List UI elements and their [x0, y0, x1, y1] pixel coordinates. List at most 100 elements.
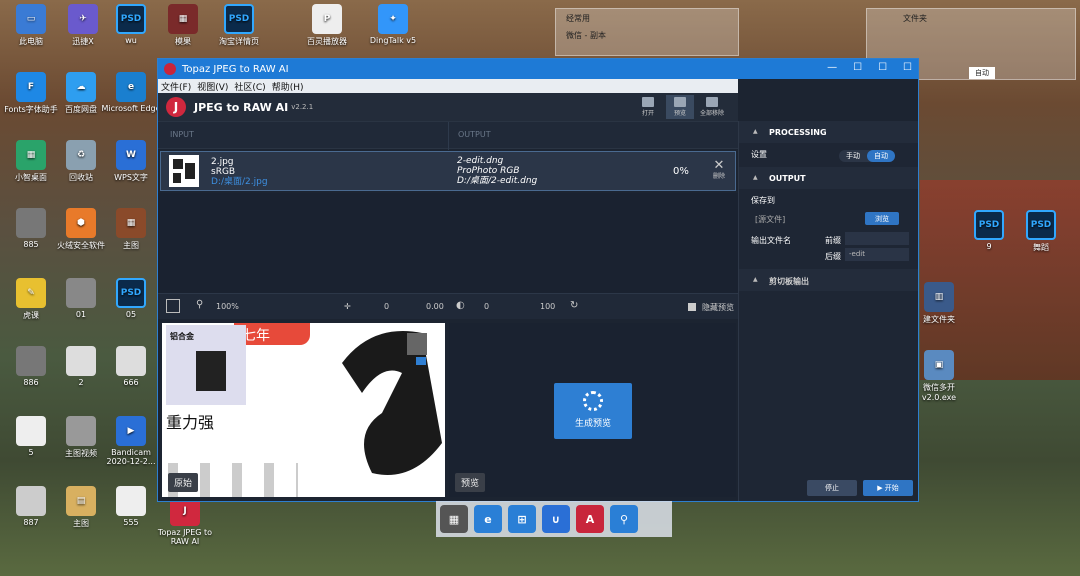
desktop-icon[interactable]: W WPS文字: [100, 140, 162, 183]
input-column-header: INPUT: [170, 130, 194, 139]
desktop-icon[interactable]: PSD 舞蹈: [1010, 210, 1072, 253]
hide-preview-button[interactable]: 隐藏预览: [702, 302, 734, 313]
open-button[interactable]: 打开: [634, 95, 662, 119]
desktop-icon-image: [66, 346, 96, 376]
desktop-icon-label: WPS文字: [114, 173, 148, 182]
original-preview[interactable]: 七年 铝合金 重力强 原始: [162, 323, 445, 497]
start-label: 开始: [884, 484, 899, 492]
ie-icon[interactable]: e: [474, 505, 502, 533]
crosshair-icon[interactable]: ✛: [344, 302, 351, 311]
slider-value-4: 100: [540, 302, 556, 311]
desktop-icon[interactable]: ✦ DingTalk v5: [362, 4, 424, 45]
desktop-icon-image: [16, 346, 46, 376]
mode-auto[interactable]: 自动: [867, 150, 895, 162]
browse-button[interactable]: 浏览: [865, 212, 899, 225]
mode-toggle[interactable]: 手动 自动: [839, 150, 895, 162]
desktop-icon[interactable]: ▦ 模果: [152, 4, 214, 47]
navigator-thumbnail[interactable]: 铝合金: [166, 325, 246, 405]
remove-all-button[interactable]: 全部移除: [698, 95, 726, 119]
desktop-icon-label: 555: [123, 518, 139, 527]
output-color-profile: ProPhoto RGB: [457, 166, 520, 176]
output-column-header: OUTPUT: [458, 130, 491, 139]
maximize-button[interactable]: ☐: [853, 62, 862, 73]
extra-section-header[interactable]: 剪切板输出: [739, 269, 918, 291]
preview-label: 预览: [673, 110, 686, 117]
desktop-icon-image: ☁: [66, 72, 96, 102]
processing-section-header[interactable]: PROCESSING: [739, 121, 918, 143]
remove-label: 删除: [713, 173, 726, 180]
desktop-icon[interactable]: P 百灵播放器: [296, 4, 358, 47]
floating-window-sub: 微信 - 副本: [566, 31, 606, 40]
mode-manual[interactable]: 手动: [839, 150, 867, 162]
desktop-icon-image: W: [116, 140, 146, 170]
desktop-icon[interactable]: J Topaz JPEG to RAW AI: [154, 496, 216, 546]
menu-community[interactable]: 社区(C): [234, 80, 265, 93]
desktop-icon[interactable]: ▦ 主图: [100, 208, 162, 251]
output-path: D:/桌面/2-edit.dng: [457, 176, 538, 186]
magnet-icon[interactable]: ∪: [542, 505, 570, 533]
desktop-icon-label: 05: [125, 310, 137, 319]
desktop-icon-image: ⬢: [66, 208, 96, 238]
desktop-icon-image: ▦: [168, 4, 198, 34]
product-caption: 重力强: [166, 413, 215, 432]
desktop-icon-image: ▥: [924, 282, 954, 312]
prefix-input[interactable]: [845, 232, 909, 245]
menu-help[interactable]: 帮助(H): [272, 80, 304, 93]
desktop-icon-image: ✎: [16, 278, 46, 308]
app-header: J JPEG to RAW AI v2.2.1 打开 预览 全部移除: [158, 93, 738, 121]
settings-panel: PROCESSING 设置 手动 自动 OUTPUT 保存到 [源文件] 浏览 …: [738, 121, 918, 501]
contrast-icon[interactable]: ◐: [456, 300, 465, 311]
split-view-icon: [674, 97, 686, 107]
file-row[interactable]: 2.jpg sRGB D:/桌面/2.jpg 2-edit.dng ProPho…: [160, 151, 736, 191]
output-section-header[interactable]: OUTPUT: [739, 167, 918, 189]
desktop-icon[interactable]: 666: [100, 346, 162, 387]
remove-file-button[interactable]: ✕ 删除: [713, 159, 726, 180]
taskbar: ▦ e ⊞ ∪ A ⚲: [436, 501, 672, 537]
suffix-label: 后缀: [825, 252, 841, 261]
save-to-label: 保存到: [751, 196, 775, 205]
thumbnail-product: [196, 351, 226, 391]
window-icon[interactable]: ▦: [440, 505, 468, 533]
preview-button[interactable]: 预览: [666, 95, 694, 119]
minimize-button[interactable]: —: [827, 62, 837, 73]
adobe-icon[interactable]: A: [576, 505, 604, 533]
desktop-icon-label: 舞蹈: [1033, 243, 1049, 252]
desktop-icon-image: [116, 486, 146, 516]
edge-icon[interactable]: ⊞: [508, 505, 536, 533]
input-path[interactable]: D:/桌面/2.jpg: [211, 177, 268, 187]
start-button[interactable]: ▶ 开始: [863, 480, 913, 496]
search-icon[interactable]: ⚲: [610, 505, 638, 533]
desktop-icon-image: PSD: [1026, 210, 1056, 240]
open-label: 打开: [641, 110, 654, 117]
desktop-icon[interactable]: ▶ Bandicam 2020-12-2...: [100, 416, 162, 466]
title-bar[interactable]: Topaz JPEG to RAW AI — ☐ ☐ ☐: [158, 59, 918, 79]
menu-view[interactable]: 视图(V): [197, 80, 228, 93]
desktop-icon[interactable]: PSD 05: [100, 278, 162, 319]
original-label: 原始: [168, 473, 199, 492]
hide-preview-icon: [688, 303, 696, 311]
desktop-icon[interactable]: PSD 淘宝详情页: [208, 4, 270, 47]
desktop-icon-label: Bandicam 2020-12-2...: [106, 448, 156, 466]
progress-percent: 0%: [673, 166, 689, 177]
spinner-icon: [583, 391, 603, 411]
zoom-level[interactable]: 100%: [216, 302, 239, 311]
desktop-icon[interactable]: 555: [100, 486, 162, 527]
desktop-icon-image: ♻: [66, 140, 96, 170]
restore-button[interactable]: ☐: [878, 62, 887, 73]
app-window[interactable]: Topaz JPEG to RAW AI — ☐ ☐ ☐ 文件(F) 视图(V)…: [157, 58, 919, 502]
zoom-icon[interactable]: ⚲: [196, 299, 203, 310]
close-button[interactable]: ☐: [903, 62, 912, 73]
generate-preview-button[interactable]: 生成预览: [554, 383, 632, 439]
desktop-icon-label: Microsoft Edge: [101, 104, 161, 113]
navigator-icon[interactable]: [166, 299, 180, 313]
slider-value-2: 0.00: [426, 302, 444, 311]
suffix-input[interactable]: -edit: [845, 248, 909, 261]
floating-window-often[interactable]: 经常用 微信 - 副本: [555, 8, 739, 56]
desktop-icon-image: PSD: [974, 210, 1004, 240]
menu-file[interactable]: 文件(F): [161, 80, 191, 93]
desktop-icon[interactable]: e Microsoft Edge: [100, 72, 162, 113]
stop-button[interactable]: 停止: [807, 480, 857, 496]
thumbnail-badge: 铝合金: [170, 332, 194, 341]
desktop-icon-label: 666: [123, 378, 139, 387]
refresh-icon[interactable]: ↻: [570, 300, 578, 311]
